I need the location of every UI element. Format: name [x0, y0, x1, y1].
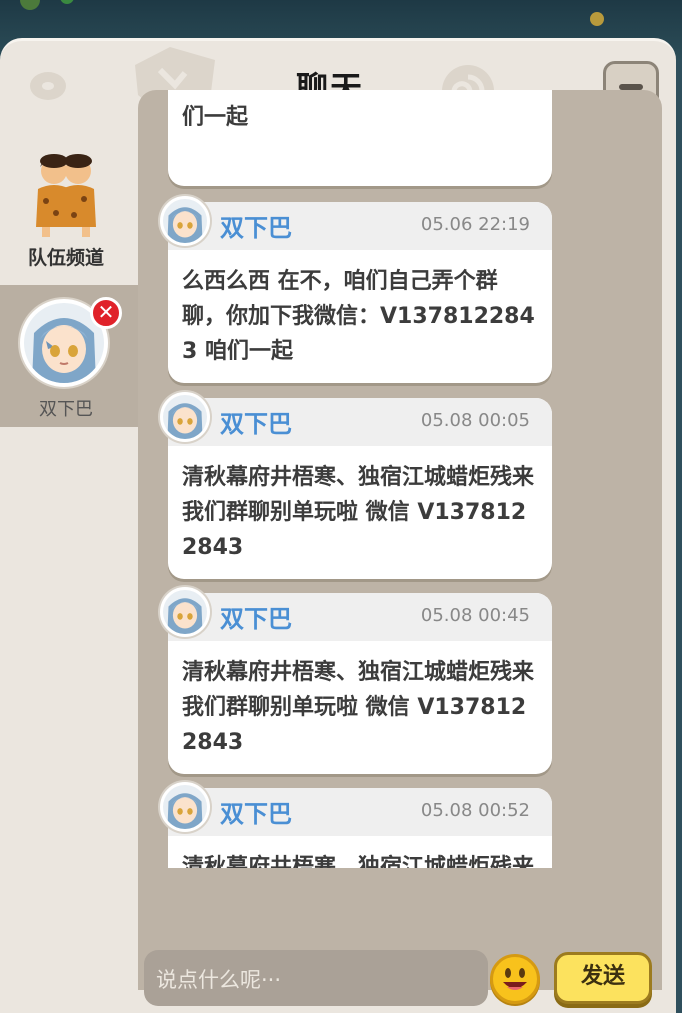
message-header: 双下巴 05.08 00:05: [160, 392, 552, 446]
message-list[interactable]: 们一起 双下巴 05.06 22:19 么西么西 在不，咱们自己弄个群聊，你加下…: [138, 90, 662, 868]
message-text: 么西么西 在不，咱们自己弄个群聊，你加下我微信：V1378122843 咱们一起: [182, 269, 535, 364]
message-header: 双下巴 05.08 00:52: [160, 782, 552, 836]
message-text: 们一起: [182, 105, 249, 130]
message-bubble: 双下巴 05.06 22:19 么西么西 在不，咱们自己弄个群聊，你加下我微信：…: [160, 196, 552, 383]
sidebar-item-team-channel[interactable]: 队伍频道: [0, 141, 132, 281]
avatar[interactable]: [160, 782, 210, 832]
message-header: 双下巴 05.06 22:19: [160, 196, 552, 250]
message-bubble: 双下巴 05.08 00:45 清秋幕府井梧寒、独宿江城蜡炬残来我们群聊别单玩啦…: [160, 587, 552, 774]
sender-name[interactable]: 双下巴: [220, 599, 292, 634]
sender-name[interactable]: 双下巴: [220, 794, 292, 829]
sidebar-contact-active[interactable]: ✕ 双下巴: [0, 285, 138, 427]
avatar[interactable]: [160, 392, 210, 442]
message-header: 双下巴 05.08 00:45: [160, 587, 552, 641]
team-channel-label: 队伍频道: [27, 247, 104, 269]
contact-name: 双下巴: [39, 399, 93, 420]
background-decoration: [60, 0, 74, 4]
sender-name[interactable]: 双下巴: [220, 404, 292, 439]
send-button[interactable]: 发送: [554, 952, 652, 1004]
message-bubble: 双下巴 05.08 00:52 清秋幕府井梧寒、独宿江城蜡炬残来我们群聊别单玩啦…: [160, 782, 552, 868]
anime-avatar-icon: [163, 395, 207, 439]
anime-avatar-icon: [163, 199, 207, 243]
message-bubble: 双下巴 05.08 00:05 清秋幕府井梧寒、独宿江城蜡炬残来我们群聊别单玩啦…: [160, 392, 552, 579]
chat-input[interactable]: 说点什么呢···: [144, 950, 488, 1006]
message-timestamp: 05.08 00:45: [420, 605, 530, 626]
message-text: 清秋幕府井梧寒、独宿江城蜡炬残来我们群聊别单玩啦 微信 V1378122843: [182, 855, 535, 868]
sender-name[interactable]: 双下巴: [220, 208, 292, 243]
team-cavemen-icon: [36, 154, 96, 237]
anime-avatar-icon: [163, 590, 207, 634]
message-timestamp: 05.08 00:52: [420, 800, 530, 821]
chat-messages-area[interactable]: 们一起 双下巴 05.06 22:19 么西么西 在不，咱们自己弄个群聊，你加下…: [138, 90, 662, 990]
avatar[interactable]: [160, 196, 210, 246]
avatar[interactable]: [160, 587, 210, 637]
smiley-icon: [503, 968, 527, 990]
background-decoration: [20, 0, 40, 10]
message-timestamp: 05.06 22:19: [420, 214, 530, 235]
message-text: 清秋幕府井梧寒、独宿江城蜡炬残来我们群聊别单玩啦 微信 V1378122843: [182, 660, 535, 755]
anime-avatar-icon: [163, 785, 207, 829]
message-text: 清秋幕府井梧寒、独宿江城蜡炬残来我们群聊别单玩啦 微信 V1378122843: [182, 465, 535, 560]
remove-contact-button[interactable]: ✕: [90, 297, 122, 329]
background-decoration: [590, 12, 604, 26]
message-timestamp: 05.08 00:05: [420, 410, 530, 431]
message-bubble-partial: 们一起: [168, 90, 552, 186]
emoji-button[interactable]: [490, 954, 540, 1004]
